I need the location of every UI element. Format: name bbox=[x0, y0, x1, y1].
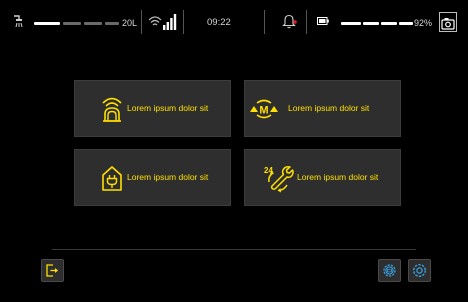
battery-icon bbox=[317, 17, 329, 25]
tunnel-signal-icon bbox=[102, 97, 122, 122]
battery-level-bar bbox=[341, 0, 413, 46]
wifi-icon bbox=[148, 16, 162, 26]
svg-text:M: M bbox=[259, 105, 268, 117]
water-level-bar bbox=[34, 0, 119, 46]
tile-power[interactable]: Lorem ipsum dolor sit bbox=[74, 149, 231, 206]
24h-service-icon: 24 bbox=[264, 166, 294, 193]
screenshot-camera-icon[interactable] bbox=[439, 12, 457, 32]
tile-label: Lorem ipsum dolor sit bbox=[127, 103, 209, 113]
tile-label: Lorem ipsum dolor sit bbox=[297, 172, 379, 182]
gear-display-icon bbox=[383, 264, 396, 277]
manual-cycle-icon: M bbox=[250, 99, 278, 119]
tile-label: Lorem ipsum dolor sit bbox=[288, 103, 370, 113]
logout-icon bbox=[46, 264, 58, 277]
gear-icon bbox=[412, 263, 427, 278]
water-level-value: 20L bbox=[122, 18, 138, 28]
bottom-divider bbox=[52, 249, 416, 250]
shower-icon bbox=[14, 15, 23, 28]
signal-strength-icon bbox=[163, 14, 177, 30]
tile-signal[interactable]: Lorem ipsum dolor sit bbox=[74, 80, 231, 137]
clock: 09:22 bbox=[207, 17, 231, 28]
bell-alert-icon[interactable] bbox=[282, 13, 298, 29]
status-bar: 20L 09:22 92% bbox=[0, 0, 468, 46]
house-plug-icon bbox=[102, 166, 122, 191]
tile-label: Lorem ipsum dolor sit bbox=[127, 172, 209, 182]
battery-percent: 92% bbox=[414, 18, 433, 28]
display-settings-button[interactable] bbox=[378, 259, 401, 282]
settings-button[interactable] bbox=[408, 259, 431, 282]
tile-manual[interactable]: M Lorem ipsum dolor sit bbox=[244, 80, 401, 137]
logout-button[interactable] bbox=[41, 259, 64, 282]
tile-service[interactable]: 24 Lorem ipsum dolor sit bbox=[244, 149, 401, 206]
